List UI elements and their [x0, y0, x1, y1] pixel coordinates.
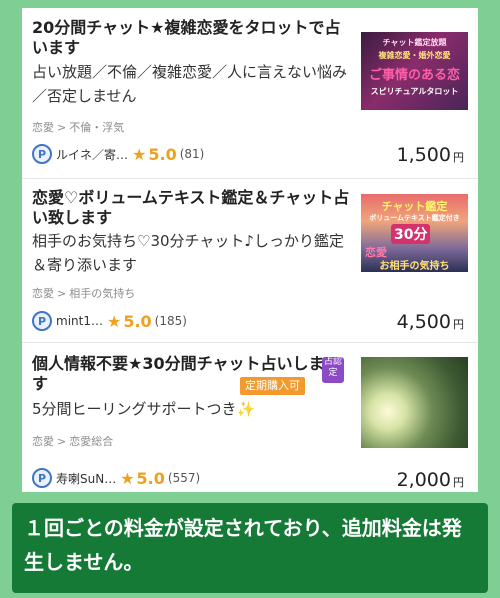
seller-info[interactable]: P ルイネ／寄… ★ 5.0 (81): [32, 143, 204, 165]
thumbnail-text: お相手の気持ち: [379, 261, 450, 272]
price: 1,500 円: [397, 144, 464, 166]
listing-title[interactable]: 20分間チャット★複雑恋愛をタロットで占います: [32, 18, 350, 58]
category-link[interactable]: 恋愛: [32, 435, 54, 448]
category-breadcrumb: 恋愛 > 不倫・浮気: [32, 121, 125, 134]
listing-description: 占い放題／不倫／複雑恋愛／人に言えない悩み／否定しません: [32, 63, 348, 105]
listing-card[interactable]: 恋愛♡ボリュームテキスト鑑定＆チャット占い致します 相手のお気持ち♡30分チャッ…: [22, 178, 478, 343]
thumbnail-text: ご事情のある恋: [368, 68, 460, 83]
category-link[interactable]: 恋愛: [32, 121, 54, 134]
price-currency: 円: [453, 476, 464, 489]
listing-description: 相手のお気持ち♡30分チャット♪しっかり鑑定＆寄り添います: [32, 232, 344, 274]
price: 2,000 円: [397, 469, 464, 491]
listing-thumbnail[interactable]: チャット鑑定 ボリュームテキスト鑑定付き 30分 恋愛 お相手の気持ち: [361, 194, 468, 272]
star-icon: ★: [132, 144, 147, 164]
listing-card[interactable]: 20分間チャット★複雑恋愛をタロットで占います 占い放題／不倫／複雑恋愛／人に言…: [22, 8, 478, 178]
price-value: 2,000: [396, 469, 451, 491]
thumbnail-text: チャット鑑定: [381, 200, 448, 213]
review-count: (81): [179, 147, 205, 161]
category-breadcrumb: 恋愛 > 恋愛総合: [32, 435, 114, 448]
certified-badge: 占認定: [322, 357, 344, 383]
category-breadcrumb: 恋愛 > 相手の気持ち: [32, 287, 136, 300]
subcategory-link[interactable]: 恋愛総合: [69, 435, 113, 448]
certified-badge-label: 占認定: [323, 357, 342, 378]
rating-value: 5.0: [136, 468, 165, 488]
thumbnail-text: スピリチュアルタロット: [370, 87, 459, 96]
price-value: 1,500: [396, 144, 451, 166]
listing-panel: 20分間チャット★複雑恋愛をタロットで占います 占い放題／不倫／複雑恋愛／人に言…: [22, 8, 478, 492]
seller-info[interactable]: P 寿喇SuN… ★ 5.0 (557): [32, 467, 200, 489]
star-icon: ★: [106, 311, 122, 331]
review-count: (185): [154, 314, 187, 328]
seller-name[interactable]: ルイネ／寄…: [56, 146, 128, 163]
thumbnail-text: チャット鑑定放題: [382, 38, 447, 47]
thumbnail-text: ボリュームテキスト鑑定付き: [369, 214, 460, 222]
rating-value: 5.0: [148, 144, 177, 164]
star-icon: ★: [120, 468, 135, 488]
price-currency: 円: [453, 151, 464, 164]
seller-rank-icon: P: [32, 144, 52, 164]
price-currency: 円: [453, 318, 464, 331]
seller-info[interactable]: P mint1… ★ 5.0 (185): [32, 310, 187, 332]
seller-name[interactable]: 寿喇SuN…: [56, 470, 116, 487]
rating-value: 5.0: [123, 311, 152, 331]
seller-rank-icon: P: [32, 311, 52, 331]
listing-thumbnail[interactable]: チャット鑑定放題 複雑恋愛・婚外恋愛 ご事情のある恋 スピリチュアルタロット: [361, 32, 468, 110]
caption-banner: １回ごとの料金が設定されており、追加料金は発生しません。: [12, 503, 488, 593]
seller-rank-icon: P: [32, 468, 52, 488]
listing-title[interactable]: 恋愛♡ボリュームテキスト鑑定＆チャット占い致します: [32, 188, 350, 228]
thumbnail-text: 複雑恋愛・婚外恋愛: [378, 51, 451, 60]
price-value: 4,500: [396, 311, 451, 333]
listing-card[interactable]: 個人情報不要★30分間チャット占いします 定期購入可 占認定 5分間ヒーリングサ…: [22, 342, 478, 493]
thumbnail-text: 30分: [391, 224, 431, 244]
listing-thumbnail[interactable]: [361, 357, 468, 448]
price: 4,500 円: [397, 311, 464, 333]
subcategory-link[interactable]: 不倫・浮気: [69, 121, 124, 134]
subscription-tag: 定期購入可: [240, 377, 305, 395]
category-link[interactable]: 恋愛: [32, 287, 54, 300]
listing-description: 5分間ヒーリングサポートつき✨: [32, 400, 256, 418]
seller-name[interactable]: mint1…: [56, 314, 103, 328]
subcategory-link[interactable]: 相手の気持ち: [69, 287, 135, 300]
review-count: (557): [167, 471, 201, 485]
